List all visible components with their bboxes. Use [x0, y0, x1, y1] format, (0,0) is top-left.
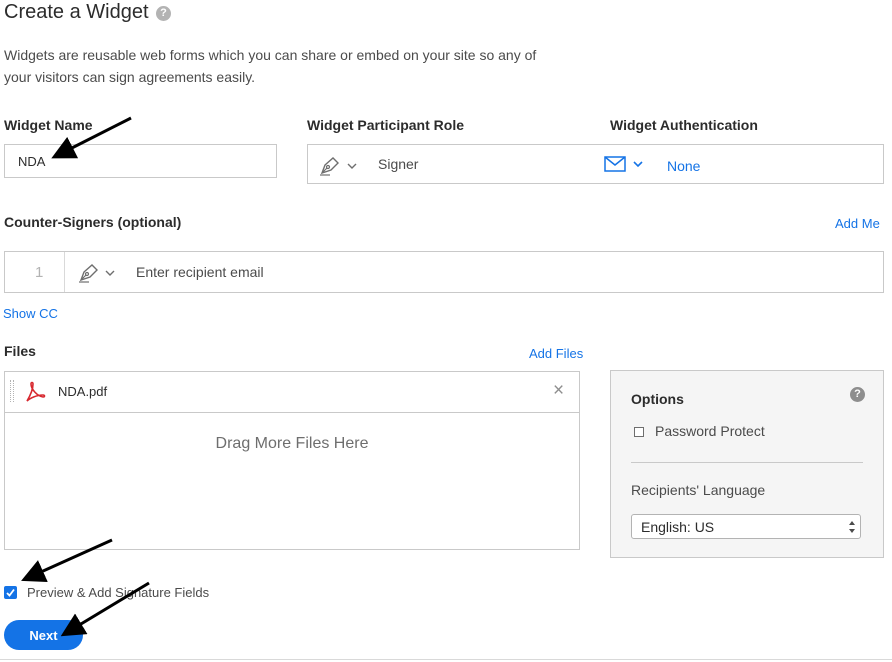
show-cc-link[interactable]: Show CC	[3, 306, 58, 321]
description-line: your visitors can sign agreements easily…	[4, 69, 256, 85]
language-select[interactable]: English: US	[631, 514, 861, 539]
bottom-divider	[0, 659, 892, 660]
remove-file-icon[interactable]: ×	[553, 380, 564, 402]
preview-checkbox[interactable]	[4, 586, 17, 599]
file-drop-zone[interactable]: Drag More Files Here	[5, 413, 579, 549]
counter-signer-role-dropdown[interactable]	[77, 261, 121, 285]
counter-signer-row: 1 Enter recipient email	[4, 251, 884, 293]
pen-icon	[320, 157, 339, 176]
add-files-link[interactable]: Add Files	[529, 346, 583, 361]
file-row[interactable]: NDA.pdf ×	[5, 372, 579, 413]
select-arrows-icon	[849, 521, 855, 533]
participant-role-label: Widget Participant Role	[307, 117, 465, 133]
password-protect-checkbox[interactable]	[634, 427, 644, 437]
file-name: NDA.pdf	[58, 384, 108, 399]
files-panel: NDA.pdf × Drag More Files Here	[4, 371, 580, 550]
page-description: Widgets are reusable web forms which you…	[4, 44, 584, 88]
drop-zone-text: Drag More Files Here	[215, 435, 369, 452]
authentication-dropdown[interactable]	[604, 153, 650, 177]
row-divider	[64, 252, 65, 292]
language-label: Recipients' Language	[631, 482, 766, 498]
options-divider	[631, 462, 863, 463]
preview-label: Preview & Add Signature Fields	[27, 585, 210, 600]
page-title: Create a Widget	[4, 1, 149, 23]
description-line: Widgets are reusable web forms which you…	[4, 47, 537, 63]
widget-name-label: Widget Name	[4, 117, 93, 133]
drag-handle-icon[interactable]	[10, 380, 14, 402]
language-value: English: US	[641, 519, 715, 535]
chevron-down-icon	[347, 163, 357, 169]
pen-icon	[79, 264, 98, 283]
chevron-down-icon	[105, 270, 115, 276]
widget-name-input[interactable]: NDA	[4, 144, 277, 178]
pdf-icon	[26, 381, 46, 402]
participant-role-value: Signer	[378, 156, 419, 172]
counter-signers-label: Counter-Signers (optional)	[4, 214, 182, 230]
options-panel: Options ? Password Protect Recipients' L…	[610, 370, 884, 558]
widget-name-value: NDA	[18, 154, 46, 169]
checkmark-icon	[6, 588, 15, 597]
next-button[interactable]: Next	[4, 620, 83, 650]
recipient-email-input[interactable]: Enter recipient email	[136, 264, 264, 280]
options-title: Options	[631, 391, 684, 407]
envelope-icon	[604, 156, 626, 172]
authentication-label: Widget Authentication	[610, 117, 758, 133]
password-protect-label: Password Protect	[655, 423, 765, 439]
row-number: 1	[35, 264, 44, 281]
help-icon[interactable]: ?	[156, 6, 171, 21]
annotation-arrows	[21, 116, 150, 637]
chevron-down-icon	[633, 161, 643, 168]
help-icon[interactable]: ?	[850, 387, 865, 402]
files-label: Files	[4, 343, 36, 359]
authentication-value[interactable]: None	[667, 158, 700, 174]
add-me-link[interactable]: Add Me	[835, 216, 880, 231]
role-dropdown[interactable]	[318, 153, 362, 177]
participant-role-field: Signer None	[307, 144, 884, 184]
